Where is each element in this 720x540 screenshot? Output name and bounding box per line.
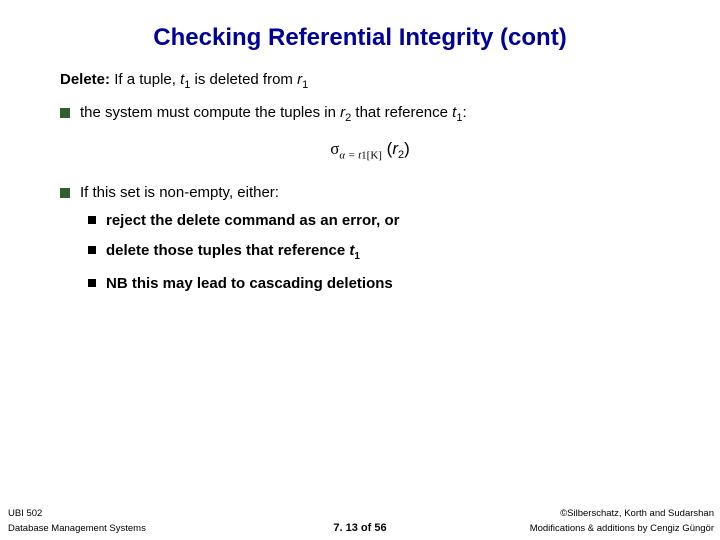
course-code: UBI 502 <box>8 508 42 519</box>
slide-body: Delete: If a tuple, t1 is deleted from r… <box>0 70 720 294</box>
sub: 1 <box>354 251 360 262</box>
text: the system must compute the tuples in <box>80 104 340 121</box>
sub: 1 <box>184 79 190 91</box>
bullet-text: If this set is non-empty, either: <box>80 183 279 203</box>
sub: 1 <box>302 79 308 91</box>
page-number: 7. 13 of 56 <box>0 522 720 534</box>
sub-bullet-1: reject the delete command as an error, o… <box>88 211 680 231</box>
delete-line: Delete: If a tuple, t1 is deleted from r… <box>60 70 680 93</box>
sub: 2 <box>345 112 351 124</box>
sub-text: NB this may lead to cascading deletions <box>106 274 393 294</box>
bullet-2: If this set is non-empty, either: <box>60 183 680 203</box>
sub-bullet-2: delete those tuples that reference t1 <box>88 241 680 264</box>
square-bullet-icon <box>60 188 70 198</box>
formula: σα = t1[K] (r2) <box>60 138 680 163</box>
sub: 2 <box>398 149 404 161</box>
footer: UBI 502 ©Silberschatz, Korth and Sudarsh… <box>0 508 720 540</box>
square-bullet-icon <box>88 216 96 224</box>
square-bullet-icon <box>88 246 96 254</box>
sigma: σ <box>330 139 339 158</box>
sub-text: delete those tuples that reference t1 <box>106 241 360 264</box>
footer-top-row: UBI 502 ©Silberschatz, Korth and Sudarsh… <box>0 508 720 523</box>
slide-title: Checking Referential Integrity (cont) <box>0 0 720 70</box>
square-bullet-icon <box>60 108 70 118</box>
sub-bullet-3: NB this may lead to cascading deletions <box>88 274 680 294</box>
bullet-1: the system must compute the tuples in r2… <box>60 103 680 126</box>
sub: 1 <box>456 112 462 124</box>
brackets: [K] <box>367 149 382 161</box>
sub-text: reject the delete command as an error, o… <box>106 211 399 231</box>
text: is deleted from <box>190 71 297 88</box>
text: that reference <box>351 104 452 121</box>
text: If a tuple, <box>114 71 180 88</box>
eq: = <box>345 149 358 161</box>
text: : <box>462 104 466 121</box>
delete-label: Delete: <box>60 71 110 88</box>
bullet-text: the system must compute the tuples in r2… <box>80 103 467 126</box>
copyright: ©Silberschatz, Korth and Sudarshan <box>560 508 714 519</box>
sublist: reject the delete command as an error, o… <box>88 211 680 294</box>
square-bullet-icon <box>88 279 96 287</box>
text: delete those tuples that reference <box>106 242 349 259</box>
